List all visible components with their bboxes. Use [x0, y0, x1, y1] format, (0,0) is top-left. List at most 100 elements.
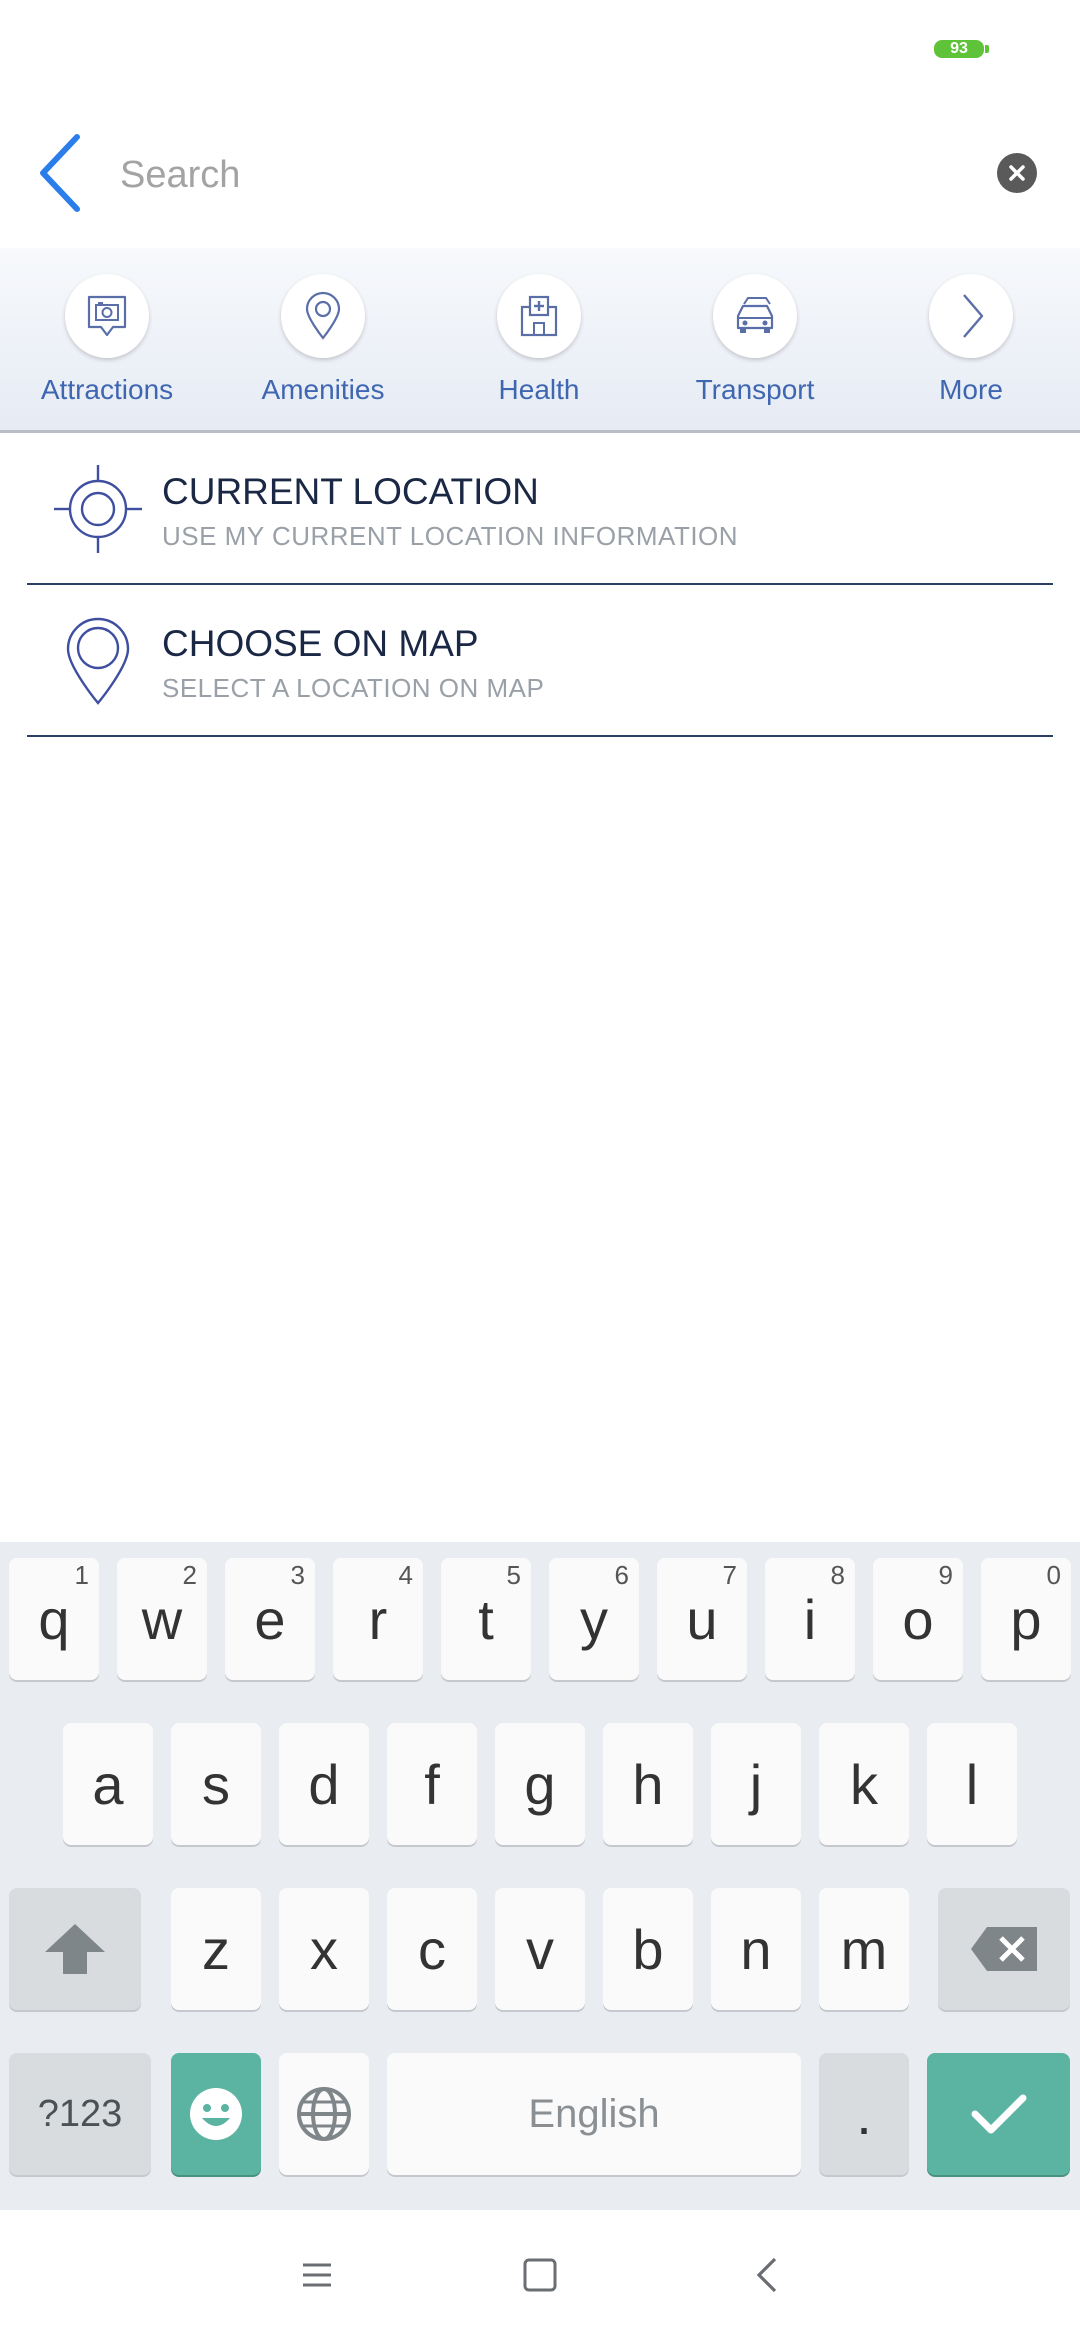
map-pin-icon [305, 291, 341, 340]
key-o[interactable]: o9 [873, 1558, 963, 1680]
system-back-button[interactable] [742, 2245, 792, 2305]
key-c[interactable]: c [387, 1888, 477, 2010]
category-more[interactable]: More [871, 274, 1071, 424]
key-k[interactable]: k [819, 1723, 909, 1845]
key-r[interactable]: r4 [333, 1558, 423, 1680]
key-hint: 5 [506, 1560, 521, 1590]
status-bar: 93 [0, 0, 1080, 100]
key-hint: 0 [1046, 1560, 1061, 1590]
search-input[interactable] [120, 145, 960, 205]
key-char: m [840, 1917, 888, 1981]
key-n[interactable]: n [711, 1888, 801, 2010]
key-h[interactable]: h [603, 1723, 693, 1845]
key-char: j [749, 1752, 763, 1816]
space-key[interactable]: English [387, 2053, 801, 2175]
key-x[interactable]: x [279, 1888, 369, 2010]
key-char: c [418, 1917, 446, 1981]
key-char: p [1010, 1587, 1042, 1651]
key-y[interactable]: y6 [549, 1558, 639, 1680]
period-key[interactable]: . [819, 2053, 909, 2175]
key-char: x [310, 1917, 338, 1981]
category-attractions[interactable]: Attractions [7, 274, 207, 424]
key-char: d [308, 1752, 340, 1816]
key-hint: 4 [398, 1560, 413, 1590]
key-hint: 2 [182, 1560, 197, 1590]
key-w[interactable]: w2 [117, 1558, 207, 1680]
key-hint: 9 [938, 1560, 953, 1590]
category-label: Transport [695, 374, 815, 405]
key-p[interactable]: p0 [981, 1558, 1071, 1680]
key-t[interactable]: t5 [441, 1558, 531, 1680]
key-char: i [803, 1587, 817, 1651]
backspace-icon [971, 1927, 1037, 1971]
key-e[interactable]: e3 [225, 1558, 315, 1680]
key-hint: 8 [830, 1560, 845, 1590]
category-health[interactable]: Health [439, 274, 639, 424]
key-hint: 1 [74, 1560, 89, 1590]
key-z[interactable]: z [171, 1888, 261, 2010]
key-char: o [902, 1587, 934, 1651]
category-circle [929, 274, 1013, 358]
key-d[interactable]: d [279, 1723, 369, 1845]
key-char: w [141, 1587, 183, 1651]
category-label: Amenities [261, 374, 385, 405]
square-home-icon [523, 2258, 557, 2292]
battery-indicator: 93 [934, 40, 989, 58]
key-q[interactable]: q1 [9, 1558, 99, 1680]
key-char: e [254, 1587, 286, 1651]
choose-on-map-option[interactable]: CHOOSE ON MAP SELECT A LOCATION ON MAP [27, 585, 1053, 737]
key-s[interactable]: s [171, 1723, 261, 1845]
key-u[interactable]: u7 [657, 1558, 747, 1680]
key-char: q [38, 1587, 70, 1651]
backspace-key[interactable] [938, 1888, 1070, 2010]
key-char: a [92, 1752, 124, 1816]
menu-button[interactable] [292, 2245, 342, 2305]
key-char: b [632, 1917, 664, 1981]
option-subtitle: USE MY CURRENT LOCATION INFORMATION [162, 521, 739, 551]
key-g[interactable]: g [495, 1723, 585, 1845]
close-icon [1009, 165, 1025, 181]
chevron-left-icon [756, 2257, 777, 2293]
key-i[interactable]: i8 [765, 1558, 855, 1680]
category-bar: Attractions Amenities Health Transport M… [0, 248, 1080, 433]
key-f[interactable]: f [387, 1723, 477, 1845]
symbols-key[interactable]: ?123 [9, 2053, 151, 2175]
key-a[interactable]: a [63, 1723, 153, 1845]
language-key[interactable] [279, 2053, 369, 2175]
category-circle [497, 274, 581, 358]
key-v[interactable]: v [495, 1888, 585, 2010]
category-amenities[interactable]: Amenities [223, 274, 423, 424]
key-j[interactable]: j [711, 1723, 801, 1845]
shift-key[interactable] [9, 1888, 141, 2010]
hospital-icon [520, 295, 558, 337]
category-circle [281, 274, 365, 358]
key-char: k [850, 1752, 878, 1816]
category-transport[interactable]: Transport [655, 274, 855, 424]
crosshair-icon [54, 465, 142, 553]
key-char: y [580, 1587, 608, 1651]
clear-search-button[interactable] [997, 153, 1037, 193]
globe-icon [297, 2087, 351, 2141]
back-button[interactable] [20, 128, 100, 218]
key-m[interactable]: m [819, 1888, 909, 2010]
category-circle [713, 274, 797, 358]
option-title: CURRENT LOCATION [162, 471, 539, 512]
key-b[interactable]: b [603, 1888, 693, 2010]
home-button[interactable] [515, 2245, 565, 2305]
key-l[interactable]: l [927, 1723, 1017, 1845]
checkmark-icon [971, 2094, 1026, 2134]
enter-key[interactable] [927, 2053, 1070, 2175]
shift-arrow-icon [45, 1924, 105, 1974]
key-char: u [686, 1587, 718, 1651]
current-location-option[interactable]: CURRENT LOCATION USE MY CURRENT LOCATION… [27, 433, 1053, 585]
key-char: v [526, 1917, 554, 1981]
chevron-right-icon [963, 294, 984, 338]
key-hint: 7 [722, 1560, 737, 1590]
key-char: f [424, 1752, 440, 1816]
category-label: Attractions [40, 374, 174, 405]
key-char: r [368, 1587, 388, 1651]
category-label: Health [498, 374, 580, 405]
camera-pin-icon [87, 295, 127, 337]
car-icon [736, 297, 774, 333]
emoji-key[interactable] [171, 2053, 261, 2175]
